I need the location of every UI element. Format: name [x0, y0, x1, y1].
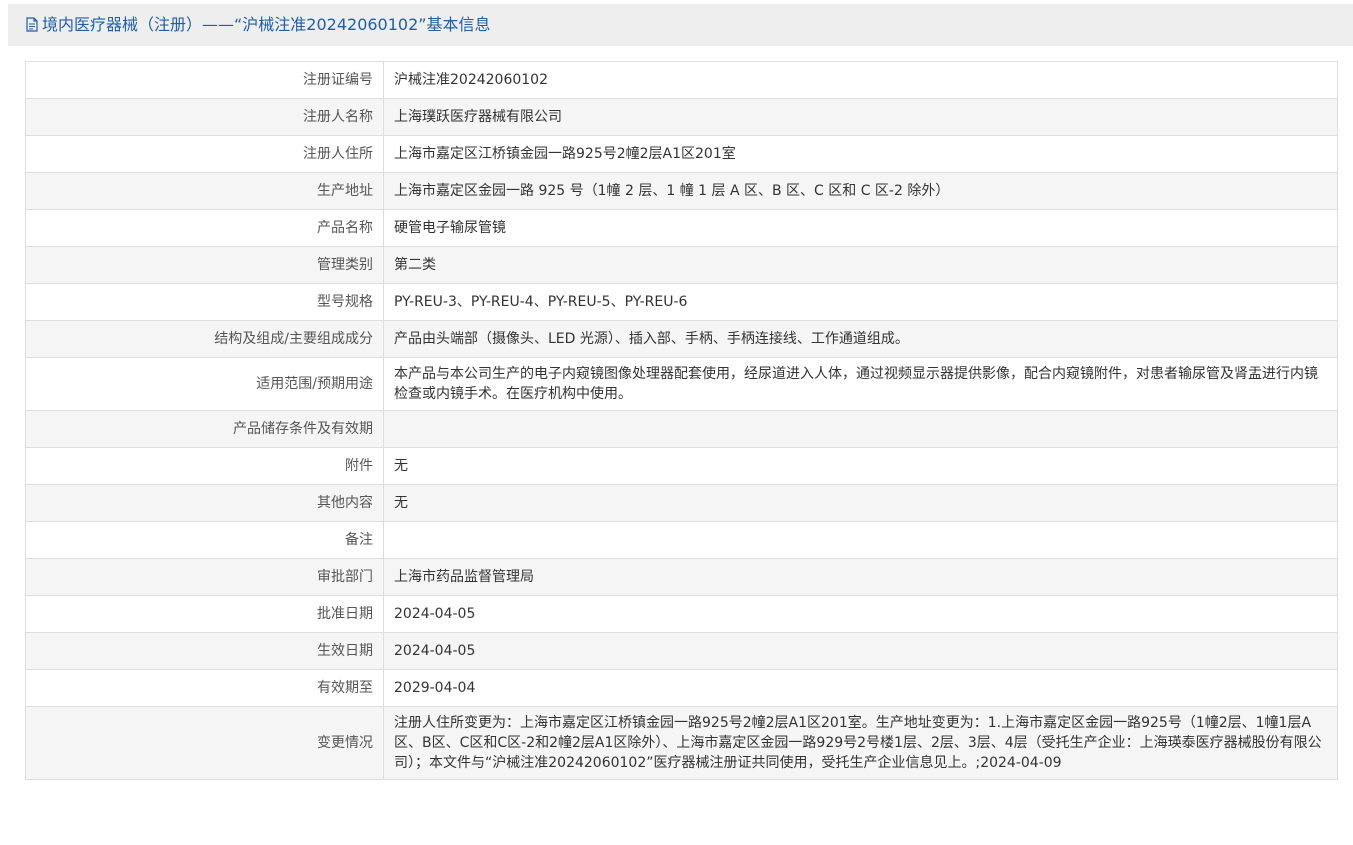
row-value: [383, 410, 1338, 448]
table-row: 附件 无: [25, 447, 1338, 485]
row-value: 第二类: [383, 246, 1338, 284]
table-row: 适用范围/预期用途 本产品与本公司生产的电子内窥镜图像处理器配套使用，经尿道进入…: [25, 357, 1338, 411]
page-title: 境内医疗器械（注册）——“沪械注准20242060102”基本信息: [42, 15, 491, 34]
table-row: 注册人名称 上海璞跃医疗器械有限公司: [25, 98, 1338, 136]
row-value: 2024-04-05: [383, 595, 1338, 633]
row-label: 产品储存条件及有效期: [25, 410, 384, 448]
info-panel: 注册证编号 沪械注准20242060102 注册人名称 上海璞跃医疗器械有限公司…: [8, 46, 1353, 845]
row-value: 注册人住所变更为：上海市嘉定区江桥镇金园一路925号2幢2层A1区201室。生产…: [383, 706, 1338, 780]
document-icon: [26, 17, 38, 32]
table-row: 型号规格 PY-REU-3、PY-REU-4、PY-REU-5、PY-REU-6: [25, 283, 1338, 321]
row-value: 上海市嘉定区金园一路 925 号（1幢 2 层、1 幢 1 层 A 区、B 区、…: [383, 172, 1338, 210]
row-label: 管理类别: [25, 246, 384, 284]
row-label: 结构及组成/主要组成成分: [25, 320, 384, 358]
row-label: 附件: [25, 447, 384, 485]
row-label: 生效日期: [25, 632, 384, 670]
table-row: 变更情况 注册人住所变更为：上海市嘉定区江桥镇金园一路925号2幢2层A1区20…: [25, 706, 1338, 780]
row-label: 型号规格: [25, 283, 384, 321]
table-row: 其他内容 无: [25, 484, 1338, 522]
table-row: 注册人住所 上海市嘉定区江桥镇金园一路925号2幢2层A1区201室: [25, 135, 1338, 173]
row-label: 适用范围/预期用途: [25, 357, 384, 411]
page: 境内医疗器械（注册）——“沪械注准20242060102”基本信息 注册证编号 …: [0, 0, 1353, 845]
table-row: 注册证编号 沪械注准20242060102: [25, 61, 1338, 99]
row-label: 其他内容: [25, 484, 384, 522]
row-value: PY-REU-3、PY-REU-4、PY-REU-5、PY-REU-6: [383, 283, 1338, 321]
row-value: 上海市嘉定区江桥镇金园一路925号2幢2层A1区201室: [383, 135, 1338, 173]
table-row: 产品名称 硬管电子输尿管镜: [25, 209, 1338, 247]
row-value: [383, 521, 1338, 559]
table-row: 结构及组成/主要组成成分 产品由头端部（摄像头、LED 光源）、插入部、手柄、手…: [25, 320, 1338, 358]
row-label: 生产地址: [25, 172, 384, 210]
row-value: 上海璞跃医疗器械有限公司: [383, 98, 1338, 136]
row-value: 上海市药品监督管理局: [383, 558, 1338, 596]
row-label: 注册证编号: [25, 61, 384, 99]
table-row: 备注: [25, 521, 1338, 559]
row-label: 备注: [25, 521, 384, 559]
row-label: 批准日期: [25, 595, 384, 633]
row-value: 硬管电子输尿管镜: [383, 209, 1338, 247]
table-row: 生效日期 2024-04-05: [25, 632, 1338, 670]
table-row: 生产地址 上海市嘉定区金园一路 925 号（1幢 2 层、1 幢 1 层 A 区…: [25, 172, 1338, 210]
table-row: 批准日期 2024-04-05: [25, 595, 1338, 633]
row-value: 无: [383, 447, 1338, 485]
row-label: 变更情况: [25, 706, 384, 780]
table-row: 有效期至 2029-04-04: [25, 669, 1338, 707]
row-value: 无: [383, 484, 1338, 522]
table-row: 审批部门 上海市药品监督管理局: [25, 558, 1338, 596]
row-label: 审批部门: [25, 558, 384, 596]
row-value: 2024-04-05: [383, 632, 1338, 670]
row-value: 沪械注准20242060102: [383, 61, 1338, 99]
row-label: 注册人住所: [25, 135, 384, 173]
row-label: 产品名称: [25, 209, 384, 247]
row-label: 注册人名称: [25, 98, 384, 136]
row-value: 本产品与本公司生产的电子内窥镜图像处理器配套使用，经尿道进入人体，通过视频显示器…: [383, 357, 1338, 411]
table-row: 管理类别 第二类: [25, 246, 1338, 284]
table-row: 产品储存条件及有效期: [25, 410, 1338, 448]
page-header: 境内医疗器械（注册）——“沪械注准20242060102”基本信息: [8, 4, 1353, 47]
row-value: 2029-04-04: [383, 669, 1338, 707]
info-table: 注册证编号 沪械注准20242060102 注册人名称 上海璞跃医疗器械有限公司…: [25, 61, 1338, 780]
row-value: 产品由头端部（摄像头、LED 光源）、插入部、手柄、手柄连接线、工作通道组成。: [383, 320, 1338, 358]
row-label: 有效期至: [25, 669, 384, 707]
